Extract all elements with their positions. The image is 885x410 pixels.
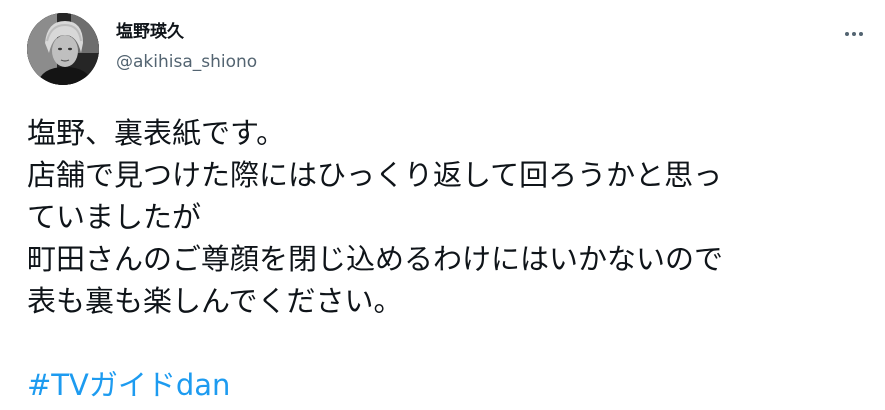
tweet-text: 塩野、裏表紙です。 店舗で見つけた際にはひっくり返して回ろうかと思っ ていました… — [27, 112, 877, 406]
tweet-line: 町田さんのご尊顔を閉じ込めるわけにはいかないので — [27, 242, 724, 276]
display-name[interactable]: 塩野瑛久 — [116, 20, 184, 44]
profile-photo-icon — [27, 13, 99, 85]
tweet-line: 表も裏も楽しんでください。 — [27, 284, 403, 318]
avatar[interactable] — [27, 13, 99, 85]
tweet-line: ていましたが — [27, 200, 202, 234]
hashtag-line: #TVガイドdan — [27, 364, 877, 406]
user-handle[interactable]: @akihisa_shiono — [116, 50, 257, 74]
more-horizontal-icon — [845, 32, 863, 36]
more-button[interactable] — [838, 18, 870, 50]
tweet: 塩野瑛久 @akihisa_shiono 塩野、裏表紙です。 店舗で見つけた際に… — [0, 0, 885, 410]
hashtag-link[interactable]: #TVガイドdan — [27, 368, 230, 402]
tweet-line: 店舗で見つけた際にはひっくり返して回ろうかと思っ — [27, 158, 723, 192]
tweet-line: 塩野、裏表紙です。 — [27, 116, 286, 150]
